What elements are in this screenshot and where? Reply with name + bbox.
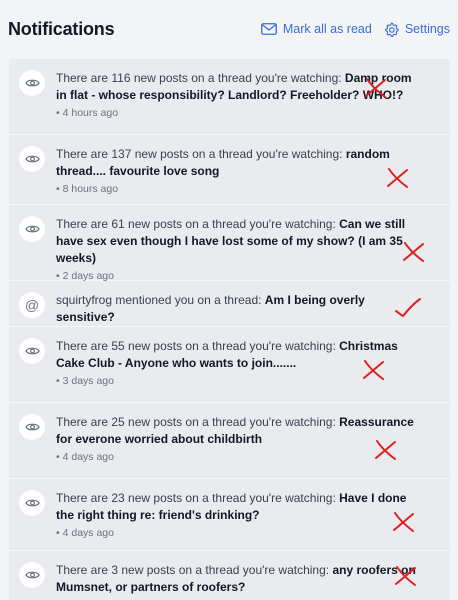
- notification-text: squirtyfrog mentioned you on a thread: A…: [56, 292, 416, 326]
- page-title: Notifications: [8, 18, 115, 39]
- notification-prefix: There are 116 new posts on a thread you'…: [56, 71, 345, 85]
- page-header: Notifications Mark all as read Settings: [0, 0, 458, 58]
- notification-time: • 4 days ago: [56, 451, 114, 463]
- eye-icon: [19, 70, 45, 96]
- eye-icon: [19, 414, 45, 440]
- at-mention-icon: @: [19, 292, 45, 318]
- notification-prefix: squirtyfrog mentioned you on a thread:: [56, 293, 265, 307]
- notification-prefix: There are 25 new posts on a thread you'r…: [56, 415, 340, 429]
- notification-prefix: There are 3 new posts on a thread you're…: [56, 563, 333, 577]
- notification-time: • 4 days ago: [56, 527, 114, 539]
- notification-text: There are 61 new posts on a thread you'r…: [56, 216, 416, 267]
- notification-time: • 3 days ago: [56, 375, 114, 387]
- notification-time: • 4 hours ago: [56, 107, 119, 119]
- eye-icon: [19, 216, 45, 242]
- settings-label: Settings: [404, 22, 450, 36]
- envelope-icon: [260, 23, 277, 35]
- eye-icon: [19, 490, 45, 516]
- gear-icon: [384, 22, 399, 37]
- notification-content: There are 23 new posts on a thread you'r…: [56, 490, 416, 539]
- notification-item[interactable]: There are 23 new posts on a thread you'r…: [9, 479, 450, 551]
- notification-prefix: There are 55 new posts on a thread you'r…: [56, 339, 340, 353]
- notification-item[interactable]: There are 3 new posts on a thread you're…: [9, 551, 450, 600]
- eye-icon: [19, 562, 45, 588]
- notification-text: There are 25 new posts on a thread you'r…: [56, 414, 416, 448]
- mark-all-read-button[interactable]: Mark all as read: [260, 22, 372, 36]
- notification-text: There are 3 new posts on a thread you're…: [56, 562, 416, 596]
- settings-button[interactable]: Settings: [384, 22, 450, 37]
- notification-prefix: There are 137 new posts on a thread you'…: [56, 147, 346, 161]
- notification-content: There are 61 new posts on a thread you'r…: [56, 216, 416, 282]
- notification-item[interactable]: There are 61 new posts on a thread you'r…: [9, 205, 450, 282]
- notification-text: There are 137 new posts on a thread you'…: [56, 146, 416, 180]
- notification-content: There are 25 new posts on a thread you'r…: [56, 414, 416, 463]
- notification-text: There are 23 new posts on a thread you'r…: [56, 490, 416, 524]
- notification-item[interactable]: There are 116 new posts on a thread you'…: [9, 59, 450, 135]
- notification-item[interactable]: There are 25 new posts on a thread you'r…: [9, 403, 450, 479]
- notification-item[interactable]: @ squirtyfrog mentioned you on a thread: …: [9, 281, 450, 341]
- notification-item[interactable]: There are 55 new posts on a thread you'r…: [9, 327, 450, 403]
- notification-content: There are 116 new posts on a thread you'…: [56, 70, 416, 119]
- notification-content: There are 3 new posts on a thread you're…: [56, 562, 416, 596]
- notification-content: There are 55 new posts on a thread you'r…: [56, 338, 416, 387]
- eye-icon: [19, 338, 45, 364]
- notification-content: There are 137 new posts on a thread you'…: [56, 146, 416, 195]
- notification-item[interactable]: There are 137 new posts on a thread you'…: [9, 135, 450, 205]
- notification-prefix: There are 23 new posts on a thread you'r…: [56, 491, 340, 505]
- header-actions: Mark all as read Settings: [260, 22, 450, 37]
- notification-text: There are 55 new posts on a thread you'r…: [56, 338, 416, 372]
- mark-all-read-label: Mark all as read: [282, 22, 372, 36]
- notification-prefix: There are 61 new posts on a thread you'r…: [56, 217, 340, 231]
- eye-icon: [19, 146, 45, 172]
- notification-time: • 8 hours ago: [56, 183, 119, 195]
- notification-text: There are 116 new posts on a thread you'…: [56, 70, 416, 104]
- notification-list: There are 116 new posts on a thread you'…: [9, 59, 450, 600]
